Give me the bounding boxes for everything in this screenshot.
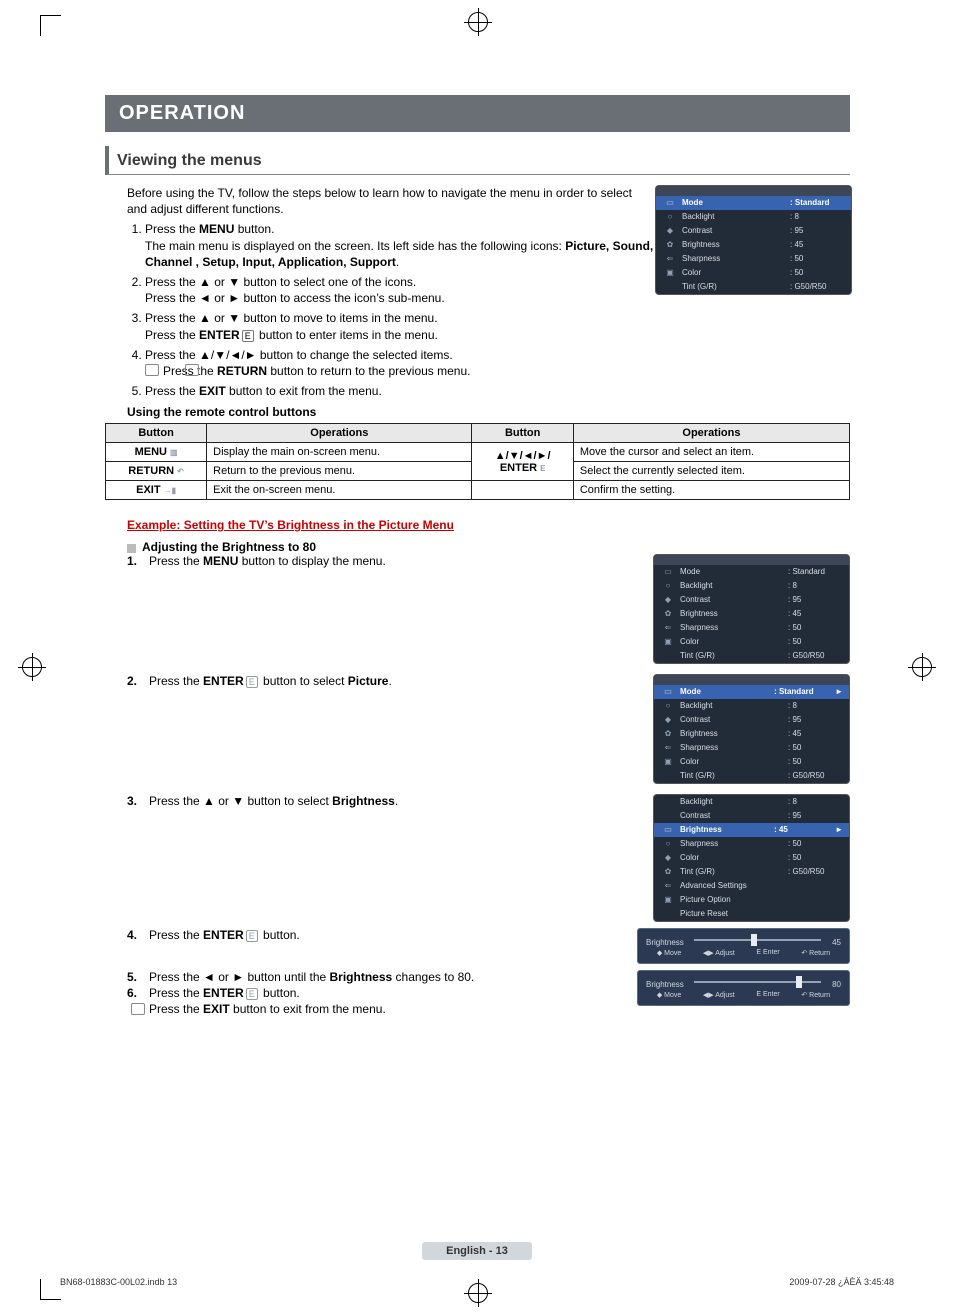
- manual-page: OPERATION Viewing the menus Before using…: [0, 0, 954, 1315]
- example-step-1: 1.Press the MENU button to display the m…: [105, 554, 850, 674]
- registration-mark-icon: [912, 657, 932, 677]
- cell: Return to the previous menu.: [207, 462, 472, 481]
- osd-preview-3: ▭Mode: Standard► ○Backlight: 8 ◆Contrast…: [653, 674, 850, 784]
- example-step-4: 4.Press the ENTERE button. Brightness 45…: [105, 928, 850, 970]
- step-2: Press the ▲ or ▼ button to select one of…: [145, 274, 665, 306]
- th-ops: Operations: [207, 424, 472, 443]
- example-title: Example: Setting the TV’s Brightness in …: [127, 518, 850, 532]
- step-4: Press the ▲/▼/◄/► button to change the s…: [145, 347, 665, 379]
- cell: Display the main on-screen menu.: [207, 443, 472, 462]
- setup-icon: ✿: [662, 239, 678, 251]
- step-1: Press the MENU button. The main menu is …: [145, 221, 665, 270]
- print-footer: BN68-01883C-00L02.indb 13 2009-07-28 ¿ÀÈ…: [60, 1277, 894, 1287]
- enter-icon: E: [246, 676, 258, 688]
- exit-icon: →▮: [164, 486, 176, 495]
- th-button: Button: [106, 424, 207, 443]
- osd-preview-4: Backlight: 8 Contrast: 95 ▭Brightness: 4…: [653, 794, 850, 922]
- cell-menu: MENU ▥: [106, 443, 207, 462]
- input-icon: ⇐: [662, 253, 678, 265]
- remote-table-title: Using the remote control buttons: [105, 405, 850, 419]
- brightness-slider-45: Brightness 45 ◆ Move◀▶ AdjustE Enter↶ Re…: [637, 928, 850, 964]
- enter-icon: E: [246, 930, 258, 942]
- chevron-right-icon: ►: [829, 824, 843, 836]
- brightness-slider-80: Brightness 80 ◆ Move◀▶ AdjustE Enter↶ Re…: [637, 970, 850, 1006]
- doc-id: BN68-01883C-00L02.indb 13: [60, 1277, 177, 1287]
- example-step-5-6: 5.Press the ◄ or ► button until the Brig…: [105, 970, 850, 1016]
- cell-arrows: ▲/▼/◄/►/ENTER E: [472, 443, 573, 481]
- chapter-header: OPERATION: [105, 95, 850, 132]
- th-ops2: Operations: [573, 424, 849, 443]
- picture-icon: ▭: [662, 197, 678, 209]
- section-title: Viewing the menus: [105, 146, 850, 175]
- intro-text: Before using the TV, follow the steps be…: [105, 185, 647, 217]
- cell: [472, 481, 573, 500]
- channel-icon: ◆: [662, 225, 678, 237]
- example-step-2: 2.Press the ENTERE button to select Pict…: [105, 674, 850, 794]
- cell: Select the currently selected item.: [573, 462, 849, 481]
- steps-list: Press the MENU button. The main menu is …: [105, 221, 665, 399]
- example-step-3: 3.Press the ▲ or ▼ button to select Brig…: [105, 794, 850, 928]
- cell: Move the cursor and select an item.: [573, 443, 849, 462]
- crop-mark: [40, 15, 61, 36]
- registration-mark-icon: [22, 657, 42, 677]
- cell: Exit the on-screen menu.: [207, 481, 472, 500]
- app-icon: ▣: [662, 267, 678, 279]
- square-bullet-icon: [127, 544, 136, 553]
- step-5: Press the EXIT button to exit from the m…: [145, 383, 665, 399]
- th-button2: Button: [472, 424, 573, 443]
- page-number: English - 13: [422, 1242, 532, 1260]
- osd-preview-1: ▭Mode: Standard ○Backlight: 8 ◆Contrast:…: [655, 185, 852, 295]
- cell-exit: EXIT →▮: [106, 481, 207, 500]
- page-footer: English - 13: [0, 1241, 954, 1260]
- return-icon: ↶: [177, 467, 184, 476]
- step-3: Press the ▲ or ▼ button to move to items…: [145, 310, 665, 342]
- osd-preview-2: ▭Mode: Standard ○Backlight: 8 ◆Contrast:…: [653, 554, 850, 664]
- adjust-title: Adjusting the Brightness to 80: [105, 540, 850, 554]
- note: Press the RETURN button to return to the…: [145, 363, 665, 379]
- content-area: OPERATION Viewing the menus Before using…: [105, 95, 850, 1016]
- timestamp: 2009-07-28 ¿ÀÈÄ 3:45:48: [789, 1277, 894, 1287]
- enter-icon: E: [246, 988, 258, 1000]
- chevron-right-icon: ►: [829, 686, 843, 698]
- enter-icon: E: [540, 464, 545, 473]
- remote-buttons-table: Button Operations Button Operations MENU…: [105, 423, 850, 500]
- menu-icon: ▥: [170, 448, 178, 457]
- cell: Confirm the setting.: [573, 481, 849, 500]
- crop-mark: [40, 1279, 61, 1300]
- cell-return: RETURN ↶: [106, 462, 207, 481]
- registration-mark-icon: [468, 12, 488, 32]
- note-icon: [131, 1003, 145, 1015]
- enter-icon: E: [242, 330, 254, 342]
- sound-icon: ○: [662, 211, 678, 223]
